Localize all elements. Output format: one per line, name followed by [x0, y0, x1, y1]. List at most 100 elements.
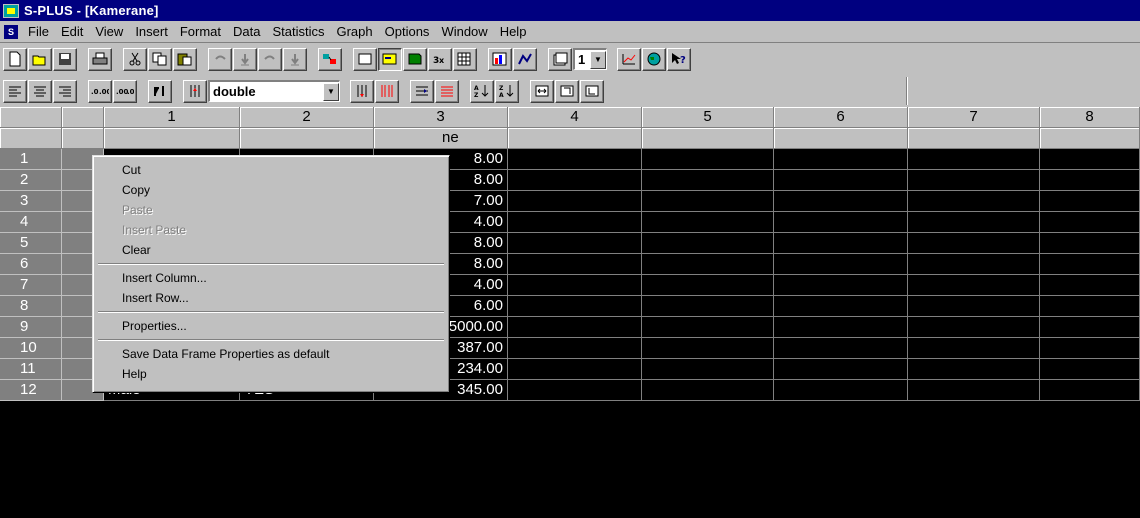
column-name-6[interactable]: [774, 128, 908, 149]
table-cell[interactable]: [908, 149, 1040, 170]
chevron-down-icon[interactable]: ▼: [590, 50, 606, 69]
menu-format[interactable]: Format: [178, 23, 223, 40]
commands-window-icon[interactable]: [378, 47, 402, 71]
object-explorer-icon[interactable]: [318, 47, 342, 71]
menu-insert[interactable]: Insert: [133, 23, 170, 40]
collapse-icon[interactable]: [580, 79, 604, 103]
row-number[interactable]: 6: [0, 254, 62, 275]
table-cell[interactable]: [642, 296, 774, 317]
redo-icon[interactable]: [258, 47, 282, 71]
column-type-select[interactable]: double ▼: [208, 80, 340, 102]
table-cell[interactable]: [642, 149, 774, 170]
context-help-icon[interactable]: ?: [667, 47, 691, 71]
table-cell[interactable]: [642, 254, 774, 275]
table-cell[interactable]: [908, 254, 1040, 275]
table-cell[interactable]: [908, 338, 1040, 359]
table-cell[interactable]: [508, 317, 642, 338]
table-cell[interactable]: [1040, 254, 1140, 275]
menu-edit[interactable]: Edit: [59, 23, 85, 40]
table-cell[interactable]: [1040, 380, 1140, 401]
expand-icon[interactable]: [555, 79, 579, 103]
increase-decimal-icon[interactable]: .0.00: [88, 79, 112, 103]
align-left-icon[interactable]: [3, 79, 27, 103]
new-window-icon[interactable]: [353, 47, 377, 71]
paste-icon[interactable]: [173, 47, 197, 71]
table-cell[interactable]: [508, 380, 642, 401]
row-number[interactable]: 11: [0, 359, 62, 380]
column-name-8[interactable]: [1040, 128, 1140, 149]
table-cell[interactable]: [774, 317, 908, 338]
delete-row-icon[interactable]: [435, 79, 459, 103]
table-cell[interactable]: [508, 149, 642, 170]
table-cell[interactable]: [774, 380, 908, 401]
table-cell[interactable]: [1040, 212, 1140, 233]
column-name-4[interactable]: [508, 128, 642, 149]
menu-statistics[interactable]: Statistics: [270, 23, 326, 40]
delete-column-icon[interactable]: [375, 79, 399, 103]
menu-item-copy[interactable]: Copy: [96, 180, 446, 200]
table-cell[interactable]: [508, 170, 642, 191]
row-number[interactable]: 7: [0, 275, 62, 296]
row-number[interactable]: 3: [0, 191, 62, 212]
table-cell[interactable]: [1040, 359, 1140, 380]
table-cell[interactable]: [508, 296, 642, 317]
row-number[interactable]: 1: [0, 149, 62, 170]
script-window-icon[interactable]: [403, 47, 427, 71]
menu-view[interactable]: View: [93, 23, 125, 40]
table-cell[interactable]: [508, 254, 642, 275]
copy-icon[interactable]: [148, 47, 172, 71]
table-cell[interactable]: [1040, 296, 1140, 317]
column-header-1[interactable]: 1: [104, 107, 240, 128]
table-cell[interactable]: [908, 233, 1040, 254]
fit-columns-icon[interactable]: [530, 79, 554, 103]
menu-item-clear[interactable]: Clear: [96, 240, 446, 260]
cut-icon[interactable]: [123, 47, 147, 71]
row-number[interactable]: 8: [0, 296, 62, 317]
undo-icon[interactable]: [208, 47, 232, 71]
table-cell[interactable]: [774, 191, 908, 212]
table-cell[interactable]: [774, 212, 908, 233]
table-cell[interactable]: [642, 275, 774, 296]
table-cell[interactable]: [908, 170, 1040, 191]
undo-arrow-icon[interactable]: [233, 47, 257, 71]
table-cell[interactable]: [774, 233, 908, 254]
menu-item-save-defaults[interactable]: Save Data Frame Properties as default: [96, 344, 446, 364]
table-cell[interactable]: [908, 275, 1040, 296]
menu-data[interactable]: Data: [231, 23, 262, 40]
table-cell[interactable]: [508, 191, 642, 212]
column-header-4[interactable]: 4: [508, 107, 642, 128]
insert-column-icon[interactable]: [350, 79, 374, 103]
menu-item-insert-column[interactable]: Insert Column...: [96, 268, 446, 288]
menu-file[interactable]: File: [26, 23, 51, 40]
save-icon[interactable]: [53, 47, 77, 71]
open-icon[interactable]: [28, 47, 52, 71]
column-header-6[interactable]: 6: [774, 107, 908, 128]
table-cell[interactable]: [774, 338, 908, 359]
table-cell[interactable]: [642, 359, 774, 380]
table-cell[interactable]: [774, 149, 908, 170]
menu-window[interactable]: Window: [439, 23, 489, 40]
table-cell[interactable]: [642, 170, 774, 191]
new-icon[interactable]: [3, 47, 27, 71]
chevron-down-icon[interactable]: ▼: [323, 82, 339, 101]
menu-graph[interactable]: Graph: [334, 23, 374, 40]
table-cell[interactable]: [908, 317, 1040, 338]
align-center-icon[interactable]: [28, 79, 52, 103]
table-cell[interactable]: [642, 338, 774, 359]
chart-icon[interactable]: [617, 47, 641, 71]
row-select-header[interactable]: [62, 107, 104, 128]
menu-item-properties[interactable]: Properties...: [96, 316, 446, 336]
table-cell[interactable]: [1040, 338, 1140, 359]
table-cell[interactable]: [908, 359, 1040, 380]
column-header-5[interactable]: 5: [642, 107, 774, 128]
data-window-icon[interactable]: [453, 47, 477, 71]
table-cell[interactable]: [508, 338, 642, 359]
splus-app-icon[interactable]: [3, 3, 19, 18]
table-cell[interactable]: [774, 170, 908, 191]
table-cell[interactable]: [1040, 233, 1140, 254]
row-number[interactable]: 5: [0, 233, 62, 254]
print-icon[interactable]: [88, 47, 112, 71]
table-cell[interactable]: [908, 212, 1040, 233]
row-number[interactable]: 12: [0, 380, 62, 401]
align-right-icon[interactable]: [53, 79, 77, 103]
